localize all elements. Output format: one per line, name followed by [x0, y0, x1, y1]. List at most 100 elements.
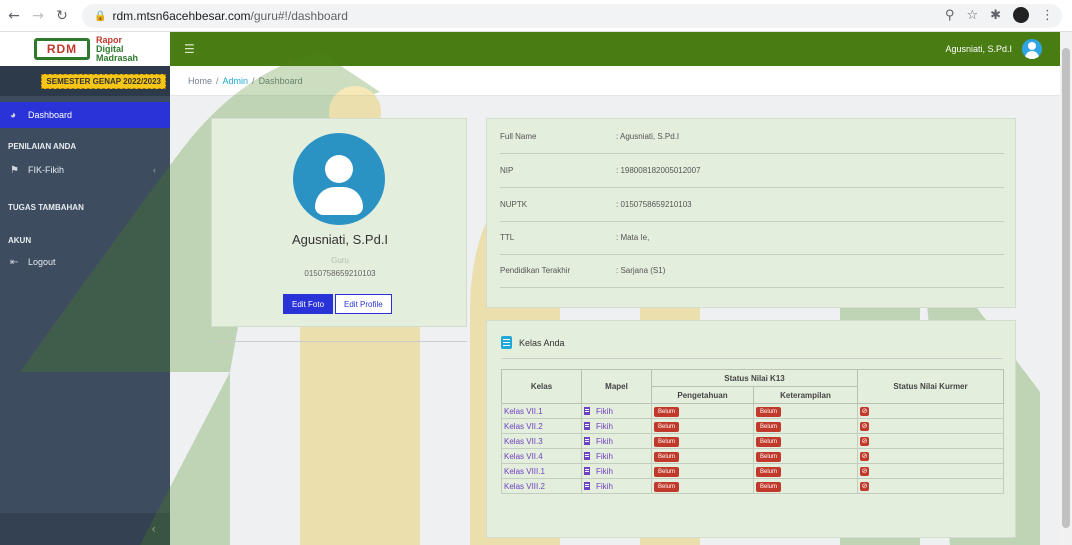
semester-bar: SEMESTER GENAP 2022/2023: [0, 66, 170, 96]
status-badge: Belum: [756, 421, 782, 432]
table-row: Kelas VIII.2 Fikih Belum Belum ⊘: [501, 478, 1004, 494]
info-label: NIP: [500, 166, 514, 175]
sidebar-item-fik-fikih[interactable]: ⚑ FIK-Fikih ‹: [0, 157, 170, 183]
kelas-link[interactable]: Kelas VIII.1: [504, 467, 545, 476]
prohibited-icon: ⊘: [860, 437, 869, 446]
brand-logo[interactable]: RDM Rapor Digital Madrasah: [0, 32, 170, 66]
zoom-icon[interactable]: ⚲: [945, 8, 955, 23]
profile-card: Agusniati, S.Pd.I Guru 0150758659210103 …: [211, 118, 467, 327]
status-badge: Belum: [756, 406, 782, 417]
table-row: Kelas VII.1 Fikih Belum Belum ⊘: [501, 403, 1004, 419]
rdm-logo: RDM: [34, 38, 90, 60]
edit-profile-button[interactable]: Edit Profile: [335, 294, 392, 314]
info-row-pendidikan: Pendidikan Terakhir : Sarjana (S1): [500, 254, 1004, 288]
status-badge: Belum: [654, 436, 680, 447]
book-icon: [584, 467, 590, 475]
breadcrumb-admin[interactable]: Admin: [223, 76, 249, 86]
logout-icon: ⇤: [10, 256, 19, 268]
prohibited-icon: ⊘: [860, 452, 869, 461]
book-icon: [584, 407, 590, 415]
address-bar[interactable]: 🔒 rdm.mtsn6acehbesar.com/guru#!/dashboar…: [82, 4, 1062, 28]
reload-icon[interactable]: ↻: [52, 6, 72, 26]
forward-arrow-icon[interactable]: →: [28, 6, 48, 26]
mapel-link[interactable]: Fikih: [596, 407, 613, 416]
kelas-link[interactable]: Kelas VII.4: [504, 452, 543, 461]
edit-foto-button[interactable]: Edit Foto: [283, 294, 334, 314]
table-row: Kelas VIII.1 Fikih Belum Belum ⊘: [501, 463, 1004, 479]
status-badge: Belum: [654, 406, 680, 417]
clipboard-icon: [501, 336, 512, 349]
mapel-link[interactable]: Fikih: [596, 437, 613, 446]
section-penilaian: PENILAIAN ANDA: [8, 142, 77, 151]
prohibited-icon: ⊘: [860, 422, 869, 431]
prohibited-icon: ⊘: [860, 482, 869, 491]
sidebar-item-label: Logout: [28, 257, 56, 267]
info-value: : 0150758659210103: [616, 200, 692, 209]
status-badge: Belum: [756, 481, 782, 492]
user-avatar-icon[interactable]: [1022, 39, 1042, 59]
sidebar-item-logout[interactable]: ⇤ Logout: [0, 249, 170, 275]
col-header-status-k13: Status Nilai K13: [651, 369, 858, 387]
hamburger-menu-icon[interactable]: ☰: [184, 42, 195, 56]
kelas-title: Kelas Anda: [501, 336, 565, 349]
book-icon: [584, 452, 590, 460]
info-value: : Agusniati, S.Pd.I: [616, 132, 680, 141]
info-value: : Sarjana (S1): [616, 266, 666, 275]
mapel-link[interactable]: Fikih: [596, 422, 613, 431]
sidebar: RDM Rapor Digital Madrasah SEMESTER GENA…: [0, 32, 170, 545]
mapel-link[interactable]: Fikih: [596, 467, 613, 476]
semester-badge: SEMESTER GENAP 2022/2023: [41, 73, 166, 89]
kelas-table: Kelas Mapel Status Nilai K13 Status Nila…: [501, 369, 1004, 494]
url-host: rdm.mtsn6acehbesar.com: [112, 9, 251, 23]
book-icon: [584, 422, 590, 430]
page-scrollbar[interactable]: [1060, 32, 1072, 545]
kelas-card: Kelas Anda Kelas Mapel Status Nilai K13 …: [486, 320, 1016, 538]
breadcrumb-current: Dashboard: [258, 75, 303, 86]
info-row-nuptk: NUPTK : 0150758659210103: [500, 188, 1004, 222]
status-badge: Belum: [756, 436, 782, 447]
mapel-link[interactable]: Fikih: [596, 482, 613, 491]
sidebar-item-dashboard[interactable]: ◕ Dashboard: [0, 102, 170, 128]
back-arrow-icon[interactable]: ←: [4, 6, 24, 26]
status-badge: Belum: [654, 421, 680, 432]
lock-icon: 🔒: [94, 10, 107, 22]
menu-dots-icon[interactable]: ⋮: [1041, 8, 1054, 23]
star-icon[interactable]: ☆: [966, 8, 978, 23]
profile-info-card: Full Name : Agusniati, S.Pd.I NIP : 1980…: [486, 118, 1016, 308]
book-icon: [584, 437, 590, 445]
profile-name: Agusniati, S.Pd.I: [291, 232, 389, 247]
kelas-title-text: Kelas Anda: [519, 337, 565, 348]
speedometer-icon: ◕: [10, 109, 17, 121]
sidebar-item-label: Dashboard: [28, 110, 73, 120]
col-header-pengetahuan: Pengetahuan: [651, 386, 754, 404]
status-badge: Belum: [654, 451, 680, 462]
breadcrumb: Home / Admin / Dashboard: [170, 66, 1060, 96]
info-label: Full Name: [500, 132, 537, 141]
kelas-link[interactable]: Kelas VII.3: [504, 437, 543, 446]
col-header-mapel: Mapel: [581, 369, 652, 404]
profile-icon[interactable]: [1013, 7, 1029, 23]
mapel-link[interactable]: Fikih: [596, 452, 613, 461]
book-icon: [584, 482, 590, 490]
extensions-icon[interactable]: ✱: [990, 8, 1001, 23]
header-user-name[interactable]: Agusniati, S.Pd.I: [945, 44, 1012, 54]
kelas-link[interactable]: Kelas VIII.2: [504, 482, 545, 491]
scrollbar-thumb[interactable]: [1062, 48, 1070, 528]
brand-line3: Madrasah: [96, 52, 139, 63]
info-label: Pendidikan Terakhir: [500, 266, 571, 275]
status-badge: Belum: [756, 466, 782, 477]
status-badge: Belum: [654, 466, 680, 477]
kelas-link[interactable]: Kelas VII.2: [504, 422, 543, 431]
sidebar-minimizer[interactable]: ‹: [0, 513, 170, 545]
col-header-status-kurmer: Status Nilai Kurmer: [857, 369, 1004, 404]
info-value: : 198008182005012007: [616, 166, 701, 175]
section-akun: AKUN: [8, 236, 32, 245]
url-text: rdm.mtsn6acehbesar.com/guru#!/dashboard: [112, 9, 347, 23]
profile-role: Guru: [331, 256, 349, 265]
kelas-link[interactable]: Kelas VII.1: [504, 407, 543, 416]
table-row: Kelas VII.2 Fikih Belum Belum ⊘: [501, 418, 1004, 434]
url-path: /guru#!/dashboard: [250, 9, 348, 23]
col-header-kelas: Kelas: [501, 369, 582, 404]
chevron-left-icon: ‹: [151, 522, 156, 536]
breadcrumb-home[interactable]: Home: [188, 76, 212, 86]
